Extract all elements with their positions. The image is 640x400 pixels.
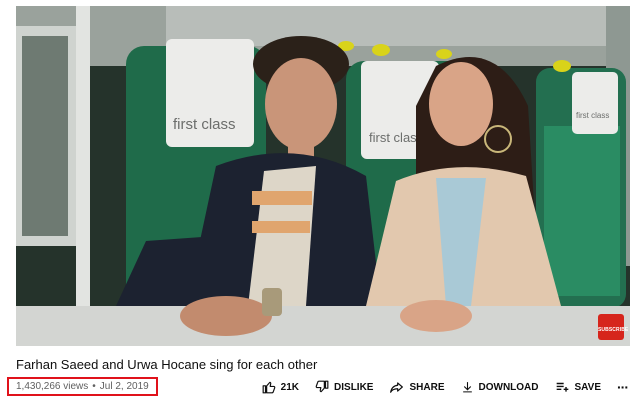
action-bar: 21K DISLIKE SHARE DOWNLOAD SAVE ··· — [262, 379, 629, 395]
dislike-icon — [315, 380, 329, 393]
headrest-label: first class — [576, 111, 609, 120]
save-button[interactable]: SAVE — [555, 380, 602, 394]
like-icon — [262, 381, 276, 394]
view-count: 1,430,266 views — [16, 381, 89, 392]
subscribe-badge[interactable]: SUBSCRIBE — [598, 314, 628, 340]
like-button[interactable]: 21K — [262, 380, 299, 394]
video-title: Farhan Saeed and Urwa Hocane sing for ea… — [16, 357, 318, 372]
metadata-separator: • — [92, 381, 96, 392]
headrest-label: first class — [369, 130, 424, 145]
more-icon: ··· — [617, 379, 629, 395]
dislike-button[interactable]: DISLIKE — [315, 380, 373, 394]
video-frame: first class first class first class — [16, 6, 630, 346]
share-button[interactable]: SHARE — [389, 380, 445, 394]
upload-date: Jul 2, 2019 — [99, 381, 149, 392]
share-icon — [390, 382, 404, 393]
like-count: 21K — [280, 381, 300, 393]
dislike-label: DISLIKE — [334, 381, 374, 393]
download-button[interactable]: DOWNLOAD — [461, 380, 539, 394]
download-icon — [462, 382, 472, 393]
video-player[interactable]: first class first class first class SUBS… — [16, 6, 630, 346]
save-label: SAVE — [574, 381, 602, 393]
download-label: DOWNLOAD — [478, 381, 539, 393]
save-icon — [556, 382, 568, 392]
headrest-label: first class — [173, 116, 236, 133]
more-actions-button[interactable]: ··· — [617, 379, 629, 395]
share-label: SHARE — [409, 381, 445, 393]
video-metadata: 1,430,266 views • Jul 2, 2019 — [7, 377, 158, 396]
